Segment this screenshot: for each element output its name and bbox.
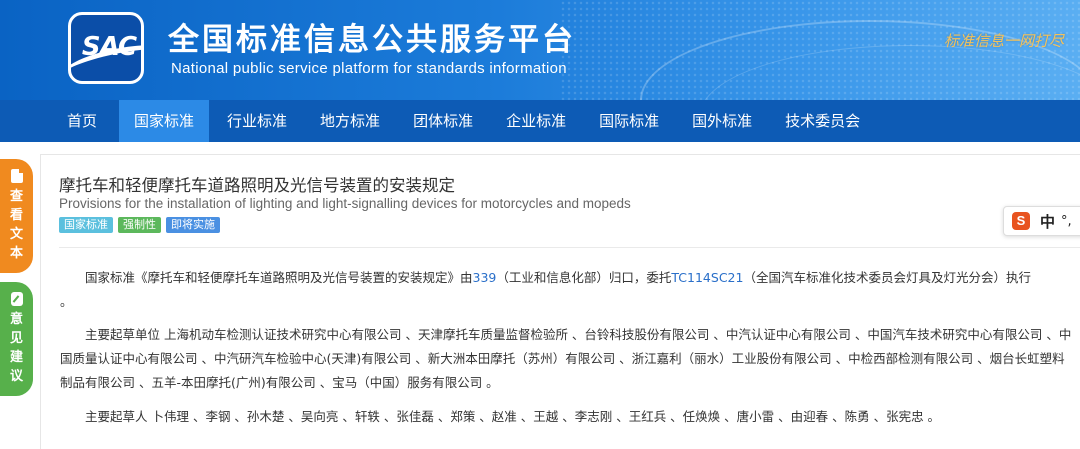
ime-toolbar[interactable]: S 中 °,: [1003, 206, 1080, 236]
logo-text: SAC: [81, 32, 137, 62]
view-text-char: 查: [9, 189, 23, 204]
tag-mandatory: 强制性: [118, 217, 161, 233]
nav-international-standards[interactable]: 国际标准: [584, 100, 674, 142]
tag-national-standard: 国家标准: [59, 217, 113, 233]
drafters-paragraph: 主要起草人 卜伟理 、李钢 、孙木楚 、吴向亮 、轩轶 、张佳磊 、郑策 、赵准…: [60, 405, 1075, 429]
standard-tags: 国家标准 强制性 即将实施: [59, 217, 225, 233]
feedback-char: 意: [9, 312, 23, 327]
feedback-char: 建: [9, 350, 23, 365]
nav-home[interactable]: 首页: [40, 100, 112, 142]
committee-link[interactable]: TC114SC21: [671, 270, 743, 285]
edit-icon: [10, 292, 23, 306]
site-title: 全国标准信息公共服务平台: [168, 22, 576, 58]
slogan: 标准信息一网打尽: [944, 32, 1065, 50]
drafting-units-text: 主要起草单位 上海机动车检测认证技术研究中心有限公司 、天津摩托车质量监督检验所…: [60, 327, 1072, 390]
nav-enterprise-standards[interactable]: 企业标准: [491, 100, 581, 142]
nav-group-standards[interactable]: 团体标准: [398, 100, 488, 142]
sac-logo[interactable]: SAC: [68, 12, 144, 84]
standard-title-en: Provisions for the installation of light…: [59, 196, 631, 211]
ime-language-toggle[interactable]: 中: [1040, 211, 1055, 232]
site-subtitle: National public service platform for sta…: [171, 60, 567, 77]
summary-paragraph: 国家标准《摩托车和轻便摩托车道路照明及光信号装置的安装规定》由339（工业和信息…: [60, 266, 1075, 314]
nav-industry-standards[interactable]: 行业标准: [212, 100, 302, 142]
drafters-text: 主要起草人 卜伟理 、李钢 、孙木楚 、吴向亮 、轩轶 、张佳磊 、郑策 、赵准…: [85, 409, 941, 424]
nav-national-standards[interactable]: 国家标准: [119, 100, 210, 142]
feedback-button[interactable]: 意 见 建 议: [0, 282, 33, 396]
view-text-char: 看: [9, 208, 23, 223]
summary-mid: （工业和信息化部）归口，委托: [496, 270, 672, 285]
header-banner: SAC 全国标准信息公共服务平台 National public service…: [0, 0, 1080, 100]
sogou-icon[interactable]: S: [1012, 212, 1030, 230]
ime-punctuation-toggle[interactable]: °,: [1061, 214, 1072, 229]
summary-end: 。: [60, 294, 73, 309]
summary-prefix: 国家标准《摩托车和轻便摩托车道路照明及光信号装置的安装规定》由: [85, 270, 473, 285]
nav-foreign-standards[interactable]: 国外标准: [677, 100, 767, 142]
ministry-link[interactable]: 339: [473, 270, 497, 285]
feedback-char: 议: [9, 369, 23, 384]
main-nav: 首页 国家标准 行业标准 地方标准 团体标准 企业标准 国际标准 国外标准 技术…: [0, 100, 1080, 142]
view-text-button[interactable]: 查 看 文 本: [0, 159, 33, 273]
divider: [59, 247, 1080, 248]
summary-suffix: （全国汽车标准化技术委员会灯具及灯光分会）执行: [743, 270, 1031, 285]
feedback-char: 见: [9, 331, 23, 346]
document-icon: [10, 169, 23, 183]
tag-upcoming: 即将实施: [166, 217, 220, 233]
nav-local-standards[interactable]: 地方标准: [305, 100, 395, 142]
view-text-char: 文: [9, 227, 23, 242]
nav-technical-committees[interactable]: 技术委员会: [770, 100, 875, 142]
view-text-char: 本: [9, 246, 23, 261]
standard-title-cn: 摩托车和轻便摩托车道路照明及光信号装置的安装规定: [59, 176, 455, 195]
drafting-units-paragraph: 主要起草单位 上海机动车检测认证技术研究中心有限公司 、天津摩托车质量监督检验所…: [60, 323, 1075, 395]
